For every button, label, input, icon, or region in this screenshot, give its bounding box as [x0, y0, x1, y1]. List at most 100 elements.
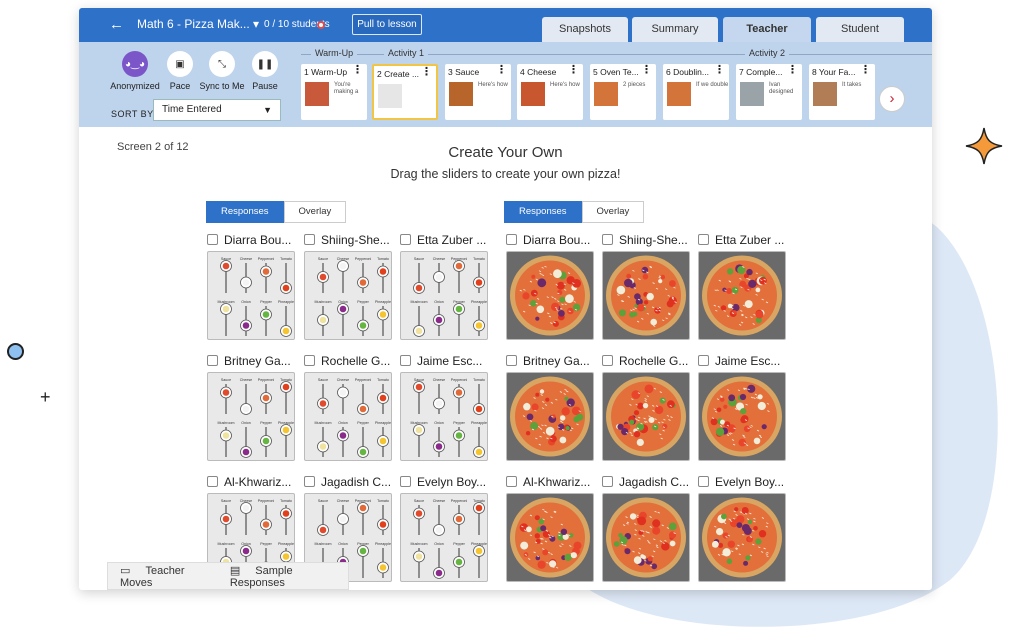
more-options-icon[interactable]: ⋮ [787, 65, 798, 76]
svg-text:Cheese: Cheese [337, 499, 349, 503]
slider-response-card[interactable]: Evelyn Boy... Sauce Cheese Pepperoni Tomato M… [400, 475, 490, 587]
pace-control[interactable]: ▣ Pace [165, 51, 195, 91]
screen-card-text: If we double [696, 82, 729, 88]
select-checkbox[interactable] [506, 355, 517, 366]
slider-response-card[interactable]: Rochelle G... Sauce Cheese Pepperoni Tomato M… [304, 354, 394, 466]
select-checkbox[interactable] [400, 476, 411, 487]
screen-thumbnail-image [305, 82, 329, 106]
pizza-response-card[interactable]: Al-Khwariz... [506, 475, 596, 587]
select-checkbox[interactable] [207, 234, 218, 245]
tab-snapshots[interactable]: Snapshots [542, 17, 628, 42]
select-checkbox[interactable] [400, 355, 411, 366]
screen-thumbnail-image [521, 82, 545, 106]
teacher-moves-tab[interactable]: ▭ Teacher Moves [120, 564, 218, 589]
tab-student[interactable]: Student [816, 17, 904, 42]
select-checkbox[interactable] [698, 234, 709, 245]
student-name: Rochelle G... [304, 354, 394, 368]
slider-response-card[interactable]: Britney Ga... Sauce Cheese Pepperoni Tomato M… [207, 354, 297, 466]
screen-thumbnail-image [378, 84, 402, 108]
student-name: Evelyn Boy... [400, 475, 490, 489]
sort-select[interactable]: Time Entered ▼ [153, 99, 281, 121]
overlay-toggle[interactable]: Overlay [283, 201, 347, 223]
select-checkbox[interactable] [602, 234, 613, 245]
screen-card-1[interactable]: 1 Warm-Up ⋮ You're making a [301, 64, 367, 120]
svg-text:Pepper: Pepper [260, 421, 272, 425]
responses-toggle[interactable]: Responses [206, 201, 284, 223]
screen-card-6[interactable]: 6 Doublin... ⋮ If we double [663, 64, 729, 120]
screen-card-5[interactable]: 5 Oven Te... ⋮ 2 pieces [590, 64, 656, 120]
slider-response-card[interactable]: Jaime Esc... Sauce Cheese Pepperoni Tomato Mu… [400, 354, 490, 466]
section-activity-2: Activity 2 [745, 48, 790, 58]
screen-card-label: 3 Sauce [448, 67, 480, 77]
select-checkbox[interactable] [304, 476, 315, 487]
slider-response-card[interactable]: Diarra Bou... Sauce Cheese Pepperoni Tomato M… [207, 233, 297, 345]
more-options-icon[interactable]: ⋮ [496, 65, 507, 76]
sync-control[interactable]: ⤡ Sync to Me [199, 51, 245, 91]
pizza-response-card[interactable]: Evelyn Boy... [698, 475, 788, 587]
svg-text:Sauce: Sauce [414, 257, 424, 261]
next-screens-button[interactable]: › [879, 86, 905, 112]
svg-text:Pepperoni: Pepperoni [451, 378, 468, 382]
more-options-icon[interactable]: ⋮ [860, 65, 871, 76]
select-checkbox[interactable] [602, 476, 613, 487]
pizza-response-card[interactable]: Etta Zuber ... [698, 233, 788, 345]
anonymized-control[interactable]: ◕‿◕ Anonymized [107, 51, 163, 91]
activity-name-dropdown[interactable]: Math 6 - Pizza Mak... ▾ [137, 17, 259, 31]
teacher-dashboard-window: ← Math 6 - Pizza Mak... ▾ 0 / 10 student… [79, 8, 932, 590]
screen-card-2[interactable]: 2 Create ... ⋮ [372, 64, 438, 120]
select-checkbox[interactable] [207, 476, 218, 487]
student-name: Etta Zuber ... [698, 233, 788, 247]
screen-thumbnail-image [813, 82, 837, 106]
select-checkbox[interactable] [506, 234, 517, 245]
svg-text:Cheese: Cheese [433, 257, 445, 261]
select-checkbox[interactable] [304, 355, 315, 366]
screen-card-text: Here's how [478, 82, 508, 88]
select-checkbox[interactable] [304, 234, 315, 245]
sample-responses-tab[interactable]: ▤ Sample Responses [230, 564, 348, 589]
more-options-icon[interactable]: ⋮ [568, 65, 579, 76]
select-checkbox[interactable] [400, 234, 411, 245]
overlay-toggle[interactable]: Overlay [581, 201, 645, 223]
pause-control[interactable]: ❚❚ Pause [250, 51, 280, 91]
svg-text:Onion: Onion [434, 421, 444, 425]
select-checkbox[interactable] [602, 355, 613, 366]
screen-card-3[interactable]: 3 Sauce ⋮ Here's how [445, 64, 511, 120]
pizza-response-card[interactable]: Rochelle G... [602, 354, 692, 466]
screen-thumbnail-image [740, 82, 764, 106]
select-checkbox[interactable] [506, 476, 517, 487]
more-options-icon[interactable]: ⋮ [714, 65, 725, 76]
screen-thumbnail-image [449, 82, 473, 106]
back-arrow-icon[interactable]: ← [109, 16, 124, 33]
screen-card-8[interactable]: 8 Your Fa... ⋮ It takes [809, 64, 875, 120]
screen-card-label: 7 Comple... [739, 67, 783, 77]
tab-summary[interactable]: Summary [632, 17, 718, 42]
slider-response-card[interactable]: Etta Zuber ... Sauce Cheese Pepperoni Tomato… [400, 233, 490, 345]
select-checkbox[interactable] [698, 476, 709, 487]
screen-card-7[interactable]: 7 Comple... ⋮ Ivan designed [736, 64, 802, 120]
pizza-response-card[interactable]: Shiing-She... [602, 233, 692, 345]
pull-to-lesson-button[interactable]: Pull to lesson [352, 14, 422, 35]
more-options-icon[interactable]: ⋮ [352, 65, 363, 76]
select-checkbox[interactable] [207, 355, 218, 366]
svg-text:Sauce: Sauce [318, 378, 328, 382]
more-options-icon[interactable]: ⋮ [421, 67, 432, 78]
select-checkbox[interactable] [698, 355, 709, 366]
pizza-image [698, 251, 786, 340]
pizza-response-card[interactable]: Britney Ga... [506, 354, 596, 466]
svg-text:Tomato: Tomato [377, 499, 389, 503]
slider-response-card[interactable]: Shiing-She... Sauce Cheese Pepperoni Tomato M… [304, 233, 394, 345]
svg-text:Tomato: Tomato [377, 378, 389, 382]
screen-card-label: 5 Oven Te... [593, 67, 639, 77]
pizza-response-card[interactable]: Jagadish C... [602, 475, 692, 587]
svg-text:Tomato: Tomato [473, 257, 485, 261]
more-options-icon[interactable]: ⋮ [641, 65, 652, 76]
svg-text:Pepperoni: Pepperoni [355, 378, 372, 382]
pizza-response-card[interactable]: Jaime Esc... [698, 354, 788, 466]
svg-text:Mushroom: Mushroom [411, 542, 428, 546]
pizza-response-card[interactable]: Diarra Bou... [506, 233, 596, 345]
responses-toggle[interactable]: Responses [504, 201, 582, 223]
tab-teacher[interactable]: Teacher [723, 17, 811, 42]
slider-graph: Sauce Cheese Pepperoni Tomato Mushroom Onion P… [400, 493, 488, 582]
svg-text:Onion: Onion [241, 421, 251, 425]
screen-card-4[interactable]: 4 Cheese ⋮ Here's how [517, 64, 583, 120]
